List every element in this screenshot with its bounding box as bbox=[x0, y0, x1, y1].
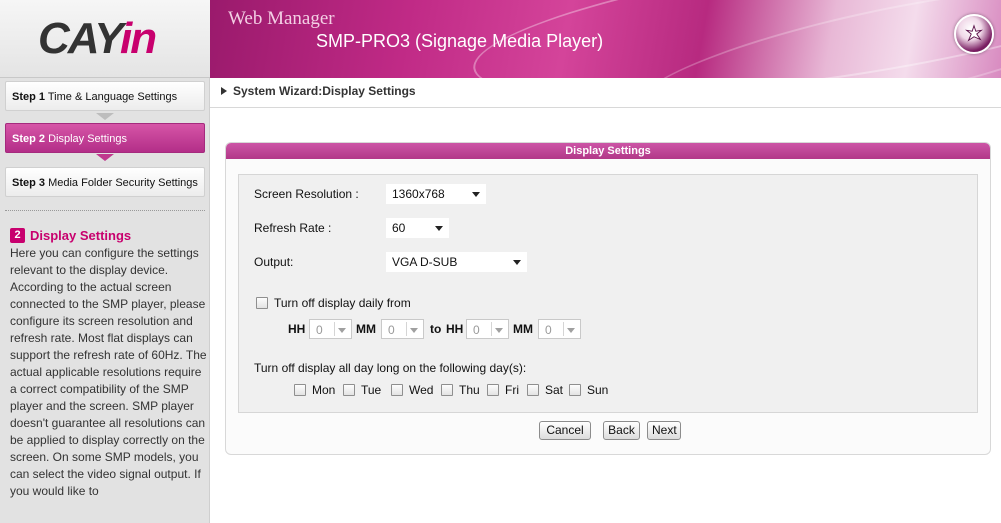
sidebar-step-3[interactable]: Step 3 Media Folder Security Settings bbox=[5, 167, 205, 197]
from-mm-label: MM bbox=[356, 322, 376, 336]
day-checkbox-tue[interactable] bbox=[343, 384, 355, 396]
help-heading: 2 Display Settings bbox=[10, 228, 131, 243]
next-button[interactable]: Next bbox=[647, 421, 681, 440]
breadcrumb-arrow-icon bbox=[221, 87, 227, 95]
app-window: CAYin Web Manager SMP-PRO3 (Signage Medi… bbox=[0, 0, 1001, 523]
power-icon bbox=[965, 24, 983, 42]
refresh-rate-select[interactable]: 60 bbox=[386, 218, 449, 238]
chevron-down-icon bbox=[567, 328, 575, 333]
from-hh-label: HH bbox=[288, 322, 306, 336]
day-label-tue: Tue bbox=[361, 383, 382, 397]
day-label-mon: Mon bbox=[312, 383, 336, 397]
chevron-down-icon bbox=[513, 260, 521, 265]
chevron-down-icon bbox=[338, 328, 346, 333]
refresh-rate-label: Refresh Rate : bbox=[254, 221, 332, 235]
day-label-sat: Sat bbox=[545, 383, 564, 397]
sidebar-step-2[interactable]: Step 2 Display Settings bbox=[5, 123, 205, 153]
device-name: SMP-PRO3 (Signage Media Player) bbox=[316, 31, 604, 51]
power-button[interactable] bbox=[954, 14, 994, 54]
day-label-thu: Thu bbox=[459, 383, 480, 397]
chevron-down-icon bbox=[435, 226, 443, 231]
logo-area: CAYin bbox=[0, 0, 210, 78]
cayin-logo: CAYin bbox=[38, 14, 157, 63]
wizard-sidebar: Step 1 Time & Language Settings Step 2 D… bbox=[0, 78, 210, 523]
breadcrumb: System Wizard:Display Settings bbox=[221, 84, 416, 98]
day-label-fri: Fri bbox=[505, 383, 519, 397]
to-hour-select[interactable]: 0 bbox=[466, 319, 509, 339]
step-number-badge: 2 bbox=[10, 228, 25, 243]
cancel-button[interactable]: Cancel bbox=[539, 421, 591, 440]
day-checkbox-thu[interactable] bbox=[441, 384, 453, 396]
step-arrow-icon bbox=[96, 113, 114, 120]
sidebar-step-1[interactable]: Step 1 Time & Language Settings bbox=[5, 81, 205, 111]
output-label: Output: bbox=[254, 255, 294, 269]
to-minute-select[interactable]: 0 bbox=[538, 319, 581, 339]
divider bbox=[5, 210, 205, 211]
from-hour-select[interactable]: 0 bbox=[309, 319, 352, 339]
divider bbox=[210, 107, 1001, 108]
day-checkbox-sun[interactable] bbox=[569, 384, 581, 396]
turn-off-daily-label: Turn off display daily from bbox=[274, 296, 411, 310]
screen-resolution-label: Screen Resolution : bbox=[254, 187, 359, 201]
chevron-down-icon bbox=[472, 192, 480, 197]
output-select[interactable]: VGA D-SUB bbox=[386, 252, 527, 272]
chevron-down-icon bbox=[410, 328, 418, 333]
to-hh-label: HH bbox=[446, 322, 464, 336]
day-checkbox-fri[interactable] bbox=[487, 384, 499, 396]
day-label-wed: Wed bbox=[409, 383, 434, 397]
help-text: Here you can configure the settings rele… bbox=[10, 246, 207, 498]
day-label-sun: Sun bbox=[587, 383, 609, 397]
settings-form: Screen Resolution : 1360x768 Refresh Rat… bbox=[238, 174, 978, 413]
screen-resolution-select[interactable]: 1360x768 bbox=[386, 184, 486, 204]
app-title: Web Manager bbox=[228, 8, 335, 29]
day-checkbox-sat[interactable] bbox=[527, 384, 539, 396]
to-mm-label: MM bbox=[513, 322, 533, 336]
to-label: to bbox=[430, 322, 442, 336]
from-minute-select[interactable]: 0 bbox=[381, 319, 424, 339]
step-arrow-icon bbox=[96, 154, 114, 161]
header-banner: Web Manager SMP-PRO3 (Signage Media Play… bbox=[210, 0, 1001, 78]
chevron-down-icon bbox=[495, 328, 503, 333]
day-checkbox-wed[interactable] bbox=[391, 384, 403, 396]
display-settings-panel: Display Settings Screen Resolution : 136… bbox=[225, 142, 991, 455]
panel-title: Display Settings bbox=[226, 143, 990, 159]
back-button[interactable]: Back bbox=[603, 421, 640, 440]
day-checkbox-mon[interactable] bbox=[294, 384, 306, 396]
turn-off-daily-checkbox[interactable] bbox=[256, 297, 268, 309]
turn-off-days-label: Turn off display all day long on the fol… bbox=[254, 361, 527, 375]
